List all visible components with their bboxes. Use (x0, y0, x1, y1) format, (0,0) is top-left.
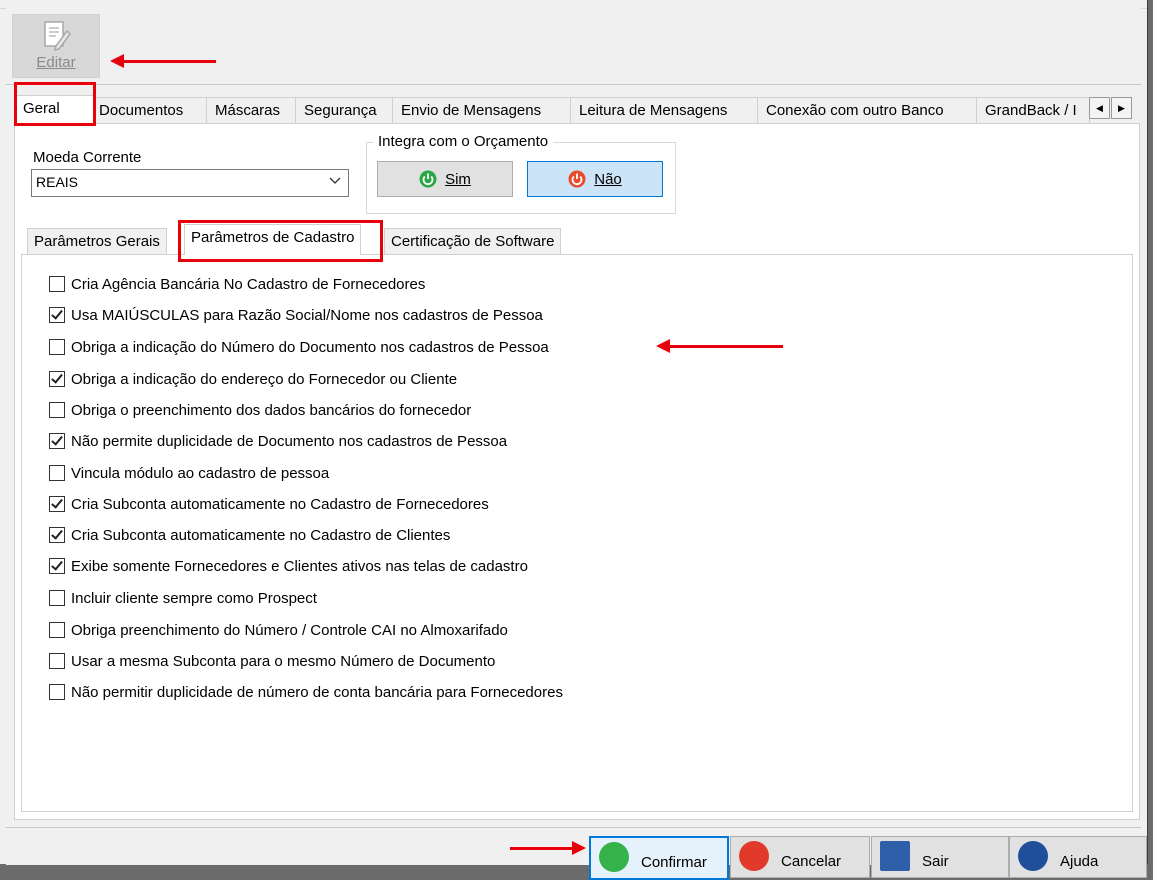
tab-certificacao-software-label: Certificação de Software (391, 233, 555, 250)
tab-grandback-label: GrandBack / I (985, 102, 1077, 119)
option-row[interactable]: Obriga a indicação do endereço do Fornec… (49, 368, 457, 390)
option-row[interactable]: Vincula módulo ao cadastro de pessoa (49, 462, 329, 484)
option-row[interactable]: Exibe somente Fornecedores e Clientes at… (49, 555, 528, 577)
checkbox[interactable] (49, 402, 65, 418)
annotation-box-geral (14, 82, 96, 126)
cancelar-label: Cancelar (781, 853, 842, 870)
power-red-icon (568, 170, 586, 188)
checkbox[interactable] (49, 276, 65, 292)
help-icon (1018, 841, 1048, 871)
nao-button[interactable]: Não (527, 161, 663, 197)
tab-conexao-outro-banco-label: Conexão com outro Banco (766, 102, 944, 119)
checkbox[interactable] (49, 527, 65, 543)
tab-seguranca-label: Segurança (304, 102, 377, 119)
annotation-arrow-editar (110, 54, 216, 68)
option-row[interactable]: Usar a mesma Subconta para o mesmo Númer… (49, 650, 495, 672)
tab-mascaras[interactable]: Máscaras (206, 97, 296, 124)
tab-scroll-left-icon[interactable]: ◀ (1089, 97, 1110, 119)
nao-label: Não (594, 170, 622, 188)
annotation-box-parametros-cadastro (178, 220, 383, 262)
option-label: Obriga preenchimento do Número / Control… (71, 621, 508, 639)
tab-seguranca[interactable]: Segurança (295, 97, 393, 124)
tab-certificacao-software[interactable]: Certificação de Software (384, 228, 562, 255)
chevron-down-icon (329, 177, 341, 184)
moeda-corrente-value: REAIS (36, 174, 79, 190)
checkbox[interactable] (49, 590, 65, 606)
confirmar-button[interactable]: Confirmar (589, 836, 729, 880)
ajuda-button[interactable]: Ajuda (1009, 836, 1147, 878)
option-label: Não permite duplicidade de Documento nos… (71, 432, 508, 450)
checkbox[interactable] (49, 496, 65, 512)
option-label: Cria Agência Bancária No Cadastro de For… (71, 275, 426, 293)
editar-button[interactable]: Editar (12, 14, 100, 78)
checkbox[interactable] (49, 465, 65, 481)
option-label: Obriga a indicação do endereço do Fornec… (71, 370, 458, 388)
checkbox[interactable] (49, 653, 65, 669)
tab-envio-mensagens[interactable]: Envio de Mensagens (392, 97, 571, 124)
toolbar: Editar (6, 8, 1141, 85)
option-row[interactable]: Obriga preenchimento do Número / Control… (49, 619, 508, 641)
tab-scroll-right-icon[interactable]: ▶ (1111, 97, 1132, 119)
sair-button[interactable]: Sair (871, 836, 1009, 878)
option-label: Incluir cliente sempre como Prospect (71, 589, 317, 607)
sim-label: Sim (445, 170, 471, 188)
tab-grandback[interactable]: GrandBack / I (976, 97, 1090, 124)
sim-button[interactable]: Sim (377, 161, 513, 197)
tab-leitura-mensagens[interactable]: Leitura de Mensagens (570, 97, 758, 124)
option-row[interactable]: Usa MAIÚSCULAS para Razão Social/Nome no… (49, 304, 543, 326)
sair-label: Sair (922, 853, 949, 870)
option-label: Obriga a indicação do Número do Document… (71, 338, 549, 356)
option-label: Não permitir duplicidade de número de co… (71, 683, 563, 701)
main-tab-strip: Geral Documentos Máscaras Segurança Envi… (14, 95, 1138, 124)
option-row[interactable]: Incluir cliente sempre como Prospect (49, 587, 317, 609)
parametros-cadastro-panel: Cria Agência Bancária No Cadastro de For… (21, 254, 1133, 812)
checkbox[interactable] (49, 371, 65, 387)
checkbox[interactable] (49, 684, 65, 700)
option-label: Usar a mesma Subconta para o mesmo Númer… (71, 652, 496, 670)
tab-parametros-gerais[interactable]: Parâmetros Gerais (27, 228, 167, 255)
option-label: Vincula módulo ao cadastro de pessoa (71, 464, 330, 482)
checkbox[interactable] (49, 307, 65, 323)
tab-conexao-outro-banco[interactable]: Conexão com outro Banco (757, 97, 977, 124)
tab-scroll-buttons: ◀ ▶ (1088, 97, 1132, 119)
option-label: Cria Subconta automaticamente no Cadastr… (71, 495, 489, 513)
integra-orcamento-group: Sim Não (366, 142, 676, 214)
annotation-arrow-confirmar (510, 847, 574, 850)
annotation-arrow-option (656, 339, 783, 353)
option-row[interactable]: Cria Subconta automaticamente no Cadastr… (49, 524, 450, 546)
option-row[interactable]: Cria Subconta automaticamente no Cadastr… (49, 493, 489, 515)
tab-documentos[interactable]: Documentos (90, 97, 208, 124)
option-row[interactable]: Não permite duplicidade de Documento nos… (49, 430, 507, 452)
checkbox[interactable] (49, 433, 65, 449)
tab-leitura-mensagens-label: Leitura de Mensagens (579, 102, 728, 119)
edit-document-icon (44, 21, 71, 51)
option-label: Cria Subconta automaticamente no Cadastr… (71, 526, 451, 544)
tab-documentos-label: Documentos (99, 102, 184, 119)
option-row[interactable]: Não permitir duplicidade de número de co… (49, 681, 563, 703)
exit-door-icon (880, 841, 910, 871)
cancelar-button[interactable]: Cancelar (730, 836, 870, 878)
editar-label: Editar (36, 54, 76, 71)
checkbox[interactable] (49, 558, 65, 574)
moeda-corrente-label: Moeda Corrente (33, 149, 142, 166)
cancel-circle-icon (739, 841, 769, 871)
checkbox[interactable] (49, 622, 65, 638)
check-circle-icon (599, 842, 629, 872)
option-label: Usa MAIÚSCULAS para Razão Social/Nome no… (71, 306, 543, 324)
option-row[interactable]: Obriga a indicação do Número do Document… (49, 336, 549, 358)
ajuda-label: Ajuda (1060, 853, 1099, 870)
tab-parametros-gerais-label: Parâmetros Gerais (34, 233, 160, 250)
option-label: Exibe somente Fornecedores e Clientes at… (71, 557, 528, 575)
power-green-icon (419, 170, 437, 188)
integra-orcamento-title: Integra com o Orçamento (373, 133, 554, 150)
tab-envio-mensagens-label: Envio de Mensagens (401, 102, 542, 119)
checkbox[interactable] (49, 339, 65, 355)
tab-mascaras-label: Máscaras (215, 102, 281, 119)
option-row[interactable]: Obriga o preenchimento dos dados bancári… (49, 399, 471, 421)
moeda-corrente-select[interactable]: REAIS (31, 169, 349, 197)
option-row[interactable]: Cria Agência Bancária No Cadastro de For… (49, 273, 425, 295)
option-label: Obriga o preenchimento dos dados bancári… (71, 401, 472, 419)
confirmar-label: Confirmar (641, 854, 707, 871)
settings-window: Editar Geral Documentos Máscaras Seguran… (0, 0, 1148, 880)
